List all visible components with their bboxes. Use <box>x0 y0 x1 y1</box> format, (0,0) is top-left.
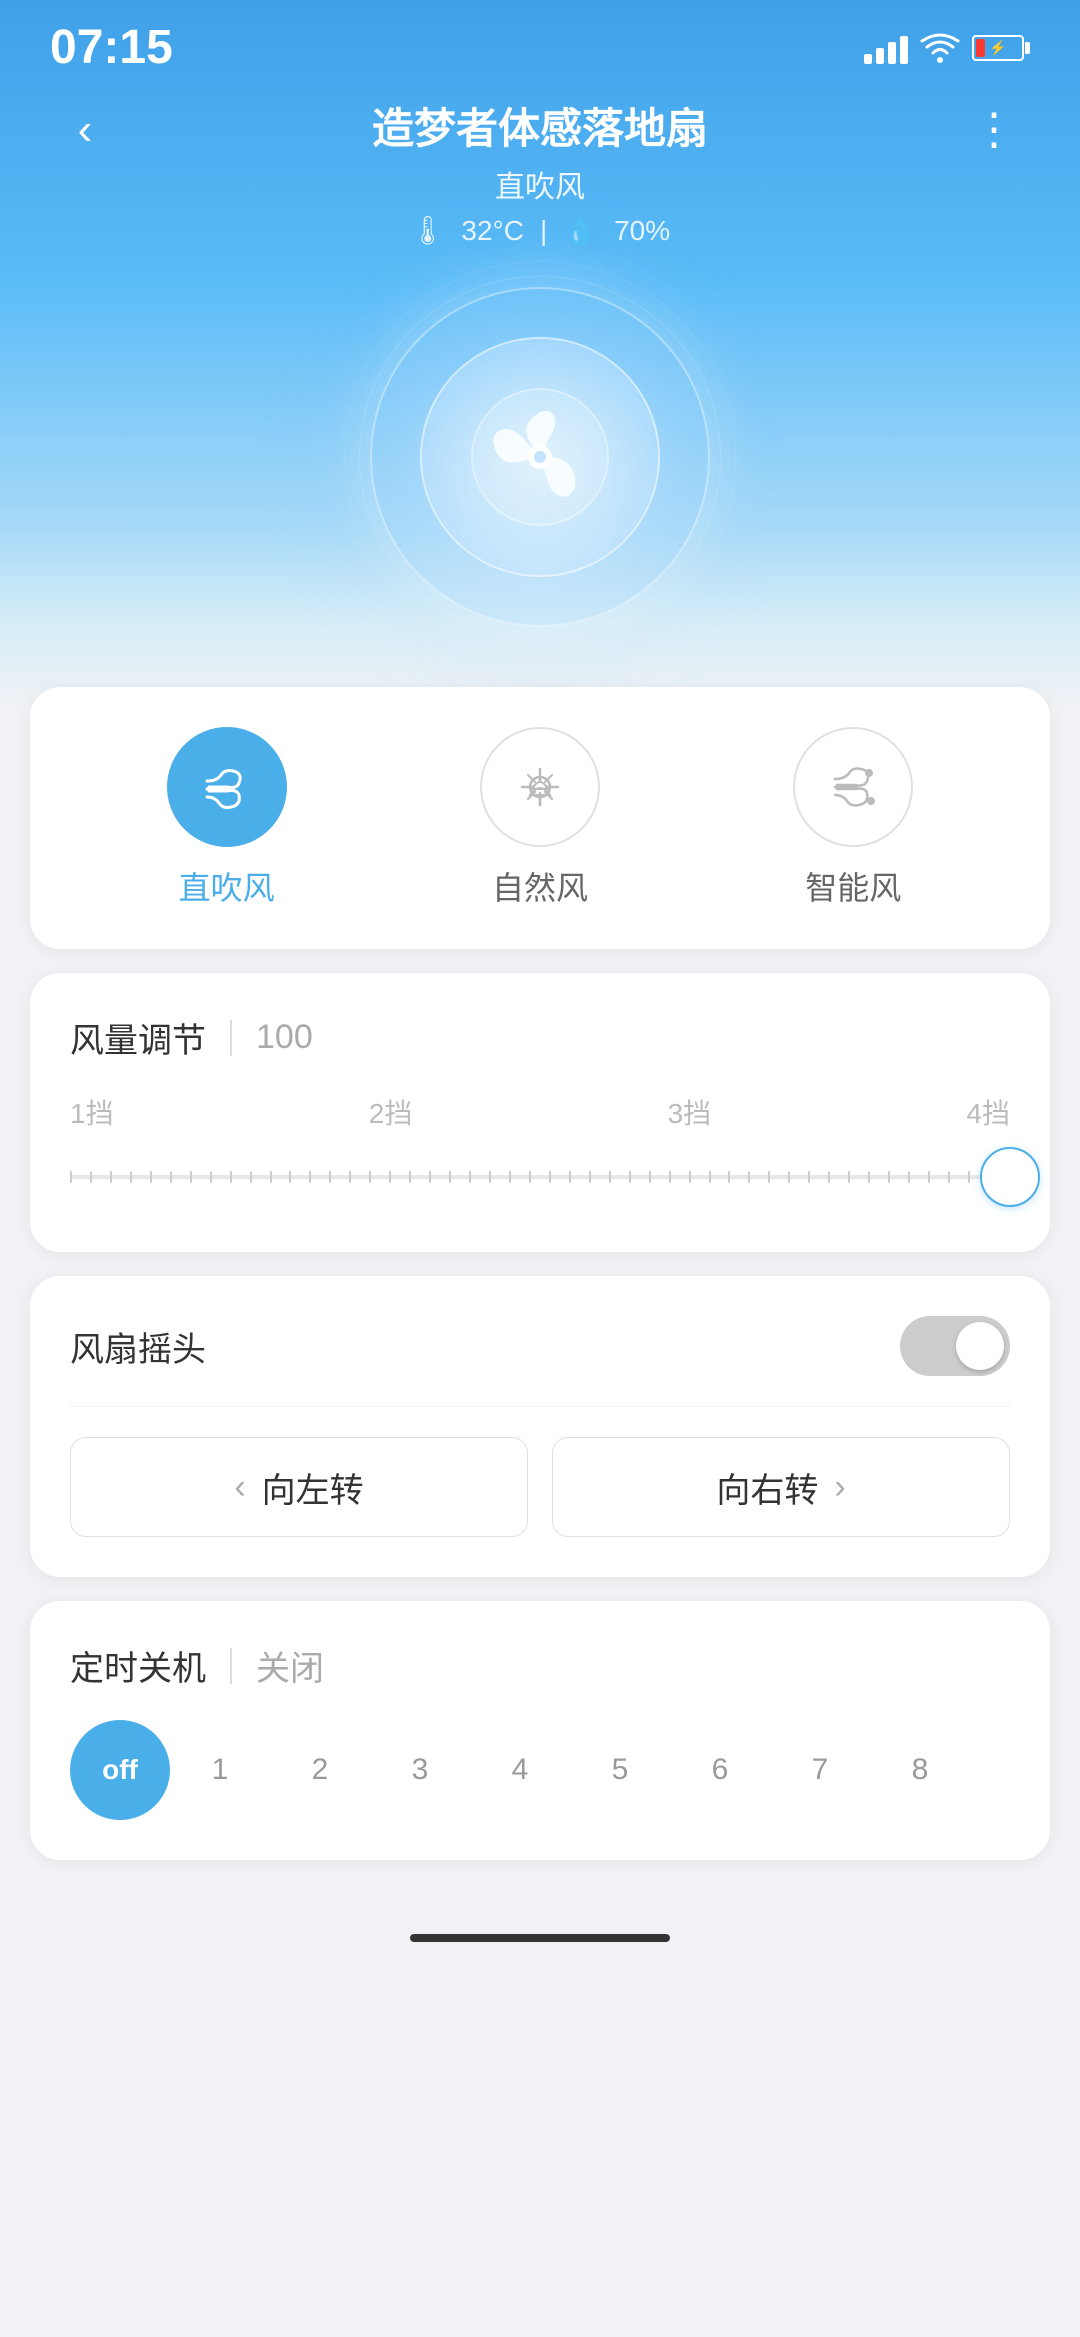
right-arrow-icon: › <box>834 1468 845 1507</box>
shake-header: 风扇摇头 <box>70 1316 1010 1376</box>
speed-title: 风量调节 <box>70 1013 206 1062</box>
timer-option-2[interactable]: 2 <box>270 1720 370 1820</box>
wind-mode-smart[interactable]: 智能风 <box>793 727 913 909</box>
more-dots-icon: ⋮ <box>972 108 1018 152</box>
weather-info: 🌡 32°C | 💧 70% <box>120 214 960 247</box>
shake-divider <box>70 1406 1010 1407</box>
speed-label-2: 2挡 <box>369 1092 413 1132</box>
top-nav: ‹ 造梦者体感落地扇 直吹风 🌡 32°C | 💧 70% ⋮ <box>0 85 1080 247</box>
device-title: 造梦者体感落地扇 <box>120 95 960 156</box>
battery-icon: ⚡ <box>972 35 1030 61</box>
wind-mode-smart-label: 智能风 <box>805 863 901 909</box>
fan-inner-ring <box>420 337 660 577</box>
wind-mode-direct-icon <box>167 727 287 847</box>
rotate-right-label: 向右转 <box>716 1463 818 1512</box>
timer-status: 关闭 <box>256 1641 324 1690</box>
rotate-left-label: 向左转 <box>262 1463 364 1512</box>
fan-outer-ring <box>370 287 710 627</box>
status-icons: ⚡ <box>864 32 1030 64</box>
speed-divider <box>230 1020 232 1056</box>
more-button[interactable]: ⋮ <box>960 95 1030 165</box>
timer-option-6[interactable]: 6 <box>670 1720 770 1820</box>
shake-title: 风扇摇头 <box>70 1322 206 1371</box>
timer-card: 定时关机 关闭 off12345678 <box>30 1601 1050 1860</box>
humidity-icon: 💧 <box>563 214 598 247</box>
timer-header: 定时关机 关闭 <box>70 1641 1010 1690</box>
signal-icon <box>864 32 908 64</box>
timer-option-4[interactable]: 4 <box>470 1720 570 1820</box>
header-title-wrap: 造梦者体感落地扇 直吹风 🌡 32°C | 💧 70% <box>120 95 960 247</box>
timer-options: off12345678 <box>70 1720 1010 1820</box>
speed-label-4: 4挡 <box>966 1092 1010 1132</box>
speed-slider-wrap <box>70 1142 1010 1212</box>
wind-mode-natural[interactable]: 自然风 <box>480 727 600 909</box>
speed-value: 100 <box>256 1018 313 1057</box>
timer-title: 定时关机 <box>70 1641 206 1690</box>
home-indicator <box>0 1914 1080 1952</box>
weather-divider: | <box>540 215 547 247</box>
speed-label-3: 3挡 <box>668 1092 712 1132</box>
shake-buttons: ‹ 向左转 向右转 › <box>70 1437 1010 1537</box>
temperature-icon: 🌡 <box>410 214 446 247</box>
wind-mode-direct[interactable]: 直吹风 <box>167 727 287 909</box>
left-arrow-icon: ‹ <box>234 1468 245 1507</box>
back-button[interactable]: ‹ <box>50 95 120 165</box>
status-time: 07:15 <box>50 20 173 75</box>
content-area: 直吹风 自然风 <box>0 687 1080 1914</box>
timer-option-7[interactable]: 7 <box>770 1720 870 1820</box>
timer-option-8[interactable]: 8 <box>870 1720 970 1820</box>
timer-divider <box>230 1648 232 1684</box>
wind-mode-subtitle: 直吹风 <box>120 162 960 206</box>
wind-mode-smart-icon <box>793 727 913 847</box>
speed-slider-thumb[interactable] <box>980 1147 1040 1207</box>
speed-labels: 1挡 2挡 3挡 4挡 <box>70 1092 1010 1132</box>
fan-blade-icon <box>470 387 610 527</box>
speed-slider-track <box>70 1175 1010 1179</box>
temperature-value: 32°C <box>461 215 524 247</box>
speed-header: 风量调节 100 <box>70 1013 1010 1062</box>
humidity-value: 70% <box>614 215 670 247</box>
speed-control-card: 风量调节 100 1挡 2挡 3挡 4挡 <box>30 973 1050 1252</box>
wind-mode-natural-label: 自然风 <box>492 863 588 909</box>
wind-mode-direct-label: 直吹风 <box>179 863 275 909</box>
shake-toggle[interactable] <box>900 1316 1010 1376</box>
home-bar <box>410 1934 670 1942</box>
rotate-right-button[interactable]: 向右转 › <box>552 1437 1010 1537</box>
status-bar: 07:15 ⚡ <box>0 0 1080 85</box>
timer-option-1[interactable]: 1 <box>170 1720 270 1820</box>
wind-mode-card: 直吹风 自然风 <box>30 687 1050 949</box>
timer-option-off[interactable]: off <box>70 1720 170 1820</box>
timer-option-5[interactable]: 5 <box>570 1720 670 1820</box>
speed-label-1: 1挡 <box>70 1092 114 1132</box>
fan-visual[interactable] <box>0 247 1080 647</box>
tick-marks <box>70 1171 1010 1183</box>
wifi-icon <box>920 32 960 64</box>
head-shake-card: 风扇摇头 ‹ 向左转 向右转 › <box>30 1276 1050 1577</box>
wind-mode-natural-icon <box>480 727 600 847</box>
wind-modes-container: 直吹风 自然风 <box>70 727 1010 909</box>
back-arrow-icon: ‹ <box>78 105 93 155</box>
timer-option-3[interactable]: 3 <box>370 1720 470 1820</box>
toggle-knob <box>956 1322 1004 1370</box>
rotate-left-button[interactable]: ‹ 向左转 <box>70 1437 528 1537</box>
